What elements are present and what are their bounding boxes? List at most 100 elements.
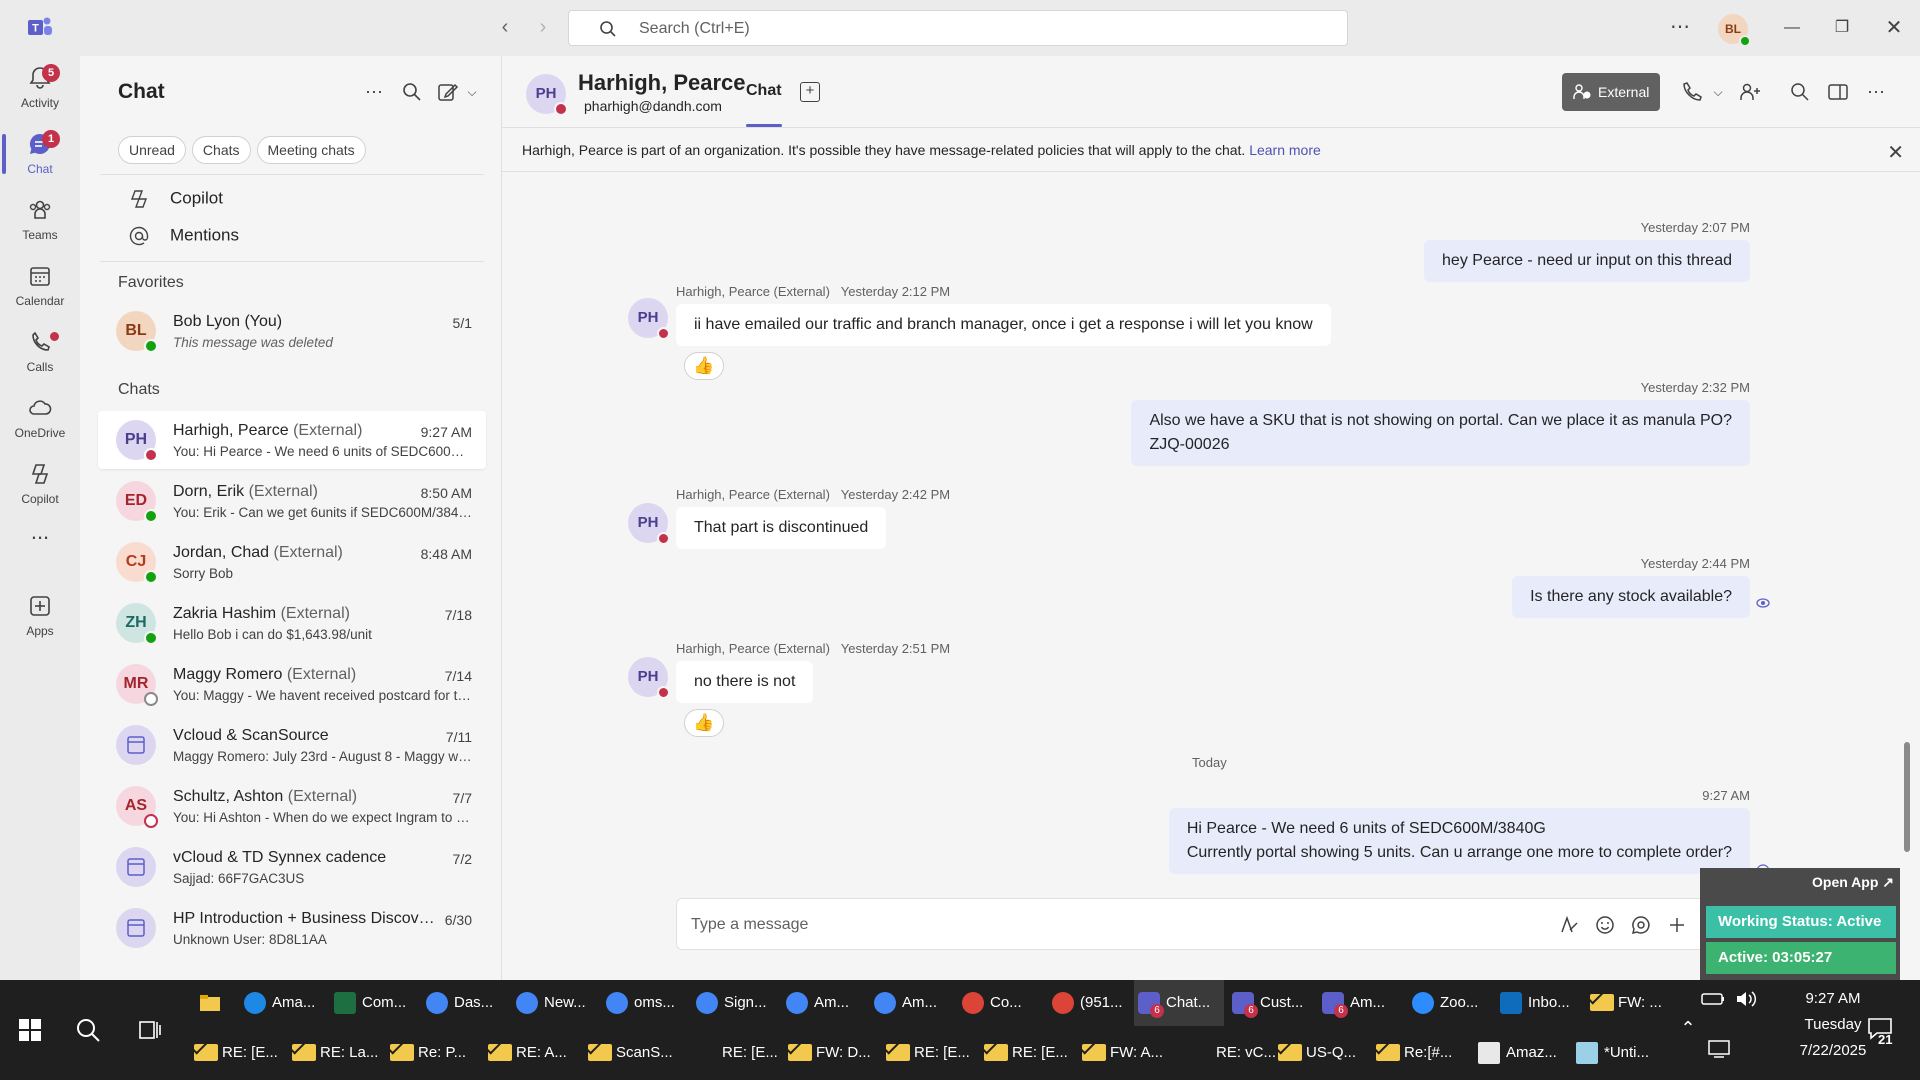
windows-start-icon[interactable] [18,1018,42,1042]
add-people-icon[interactable] [1738,80,1762,104]
new-chat-icon[interactable] [436,80,460,104]
taskbar-mail-item[interactable]: FW: A... [1078,1030,1168,1076]
chat-row[interactable]: PH Harhigh, Pearce (External) 9:27 AM Yo… [98,411,486,469]
teams-logo-icon[interactable]: T [28,16,52,38]
taskbar-app[interactable]: Am... [782,980,866,1026]
message-list[interactable]: Yesterday 2:07 PM hey Pearce - need ur i… [502,172,1920,932]
loop-icon[interactable] [1629,913,1653,937]
open-side-panel-icon[interactable] [1826,80,1850,104]
taskbar-mail-item[interactable]: RE: La... [288,1030,378,1076]
task-view-icon[interactable] [136,1016,164,1044]
sender-avatar[interactable]: PH [628,503,670,545]
taskbar-app[interactable]: New... [512,980,596,1026]
back-arrow-icon[interactable]: ‹ [492,14,518,40]
sender-avatar[interactable]: PH [628,298,670,340]
close-window-icon[interactable]: ✕ [1882,16,1906,40]
taskbar-mail-item[interactable]: RE: A... [484,1030,574,1076]
external-button[interactable]: External [1562,73,1660,111]
message-bubble-sent[interactable]: hey Pearce - need ur input on this threa… [1424,240,1750,282]
chat-row[interactable]: ZH Zakria Hashim (External) 7/18 Hello B… [98,594,486,652]
filter-search-icon[interactable] [400,80,424,104]
chats-header[interactable]: Chats [118,381,160,399]
filter-unread[interactable]: Unread [118,136,186,164]
more-options-icon[interactable]: ⋯ [1670,14,1690,39]
minimize-icon[interactable]: — [1780,16,1804,40]
chat-row[interactable]: MR Maggy Romero (External) 7/14 You: Mag… [98,655,486,713]
message-bubble-received[interactable]: That part is discontinued [676,507,887,549]
learn-more-link[interactable]: Learn more [1249,142,1321,158]
message-bubble-sent[interactable]: Is there any stock available? [1512,576,1750,618]
taskbar-app[interactable]: (951... [1048,980,1132,1026]
maximize-icon[interactable]: ❐ [1830,16,1854,40]
favorite-chat-row[interactable]: BL Bob Lyon (You) 5/1 This message was d… [98,302,486,360]
format-icon[interactable] [1557,913,1581,937]
taskbar-mail-item[interactable]: RE: [E... [190,1030,280,1076]
taskbar-app[interactable]: Amaz... [1474,1030,1564,1076]
taskbar-app[interactable]: oms... [602,980,686,1026]
taskbar-mail-item[interactable]: ScanS... [584,1030,674,1076]
rail-activity[interactable]: Activity 5 [0,58,80,122]
message-input[interactable] [691,913,1491,937]
contact-avatar[interactable]: PH [526,74,568,116]
rail-chat[interactable]: Chat 1 [0,124,80,188]
chat-row[interactable]: AS Schultz, Ashton (External) 7/7 You: H… [98,777,486,835]
message-bubble-sent[interactable]: Hi Pearce - We need 6 units of SEDC600M/… [1168,808,1750,874]
taskbar-app[interactable]: 6 Am... [1318,980,1402,1026]
rail-calls[interactable]: Calls [0,322,80,386]
message-bubble-sent[interactable]: Also we have a SKU that is not showing o… [1131,400,1750,466]
rail-apps[interactable]: Apps [0,586,80,650]
taskbar-mail-item[interactable]: US-Q... [1274,1030,1364,1076]
thumbs-up-reaction-icon[interactable]: 👍 [684,709,724,737]
call-icon[interactable] [1680,80,1704,104]
taskbar-mail-item[interactable]: RE: [E... [882,1030,972,1076]
search-box[interactable] [568,10,1348,46]
user-avatar[interactable]: BL [1718,14,1751,47]
taskbar-app-active[interactable]: 6 Chat... [1134,980,1224,1026]
taskbar-app[interactable]: Inbo... [1496,980,1580,1026]
chat-row[interactable]: HP Introduction + Business Discovery 6/3… [98,899,486,957]
rail-calendar[interactable]: Calendar [0,256,80,320]
sender-avatar[interactable]: PH [628,657,670,699]
taskbar-mail-item[interactable]: Re: P... [386,1030,476,1076]
taskbar-app[interactable]: Sign... [692,980,776,1026]
chat-row[interactable]: vCloud & TD Synnex cadence 7/2 Sajjad: 6… [98,838,486,896]
taskbar-mail-item[interactable]: RE: [E... [980,1030,1070,1076]
filter-meeting-chats[interactable]: Meeting chats [256,136,366,164]
message-bubble-received[interactable]: no there is not [676,661,814,703]
forward-arrow-icon[interactable]: › [530,14,556,40]
call-options-chevron-icon[interactable]: ⌵ [1706,80,1730,104]
network-icon[interactable] [1706,1038,1732,1060]
show-hidden-icons-icon[interactable]: ⌃ [1674,1014,1702,1042]
taskbar-app[interactable]: FW: ... [1586,980,1670,1026]
taskbar-file-explorer[interactable] [195,980,239,1026]
message-scrollbar[interactable] [1904,742,1910,852]
taskbar-app[interactable]: Zoo... [1408,980,1492,1026]
chat-row[interactable]: ED Dorn, Erik (External) 8:50 AM You: Er… [98,472,486,530]
rail-more-apps-icon[interactable]: ... [0,521,80,552]
taskbar-search-icon[interactable] [74,1016,102,1044]
message-bubble-received[interactable]: ii have emailed our traffic and branch m… [676,304,1331,346]
taskbar-app[interactable]: Co... [958,980,1042,1026]
battery-icon[interactable] [1700,988,1726,1010]
taskbar-mail-item[interactable]: Re:[#... [1372,1030,1462,1076]
open-app-button[interactable]: Open App ↗ [1812,874,1894,891]
taskbar-app[interactable]: Das... [422,980,506,1026]
quick-mentions[interactable]: Mentions [128,225,239,255]
search-in-chat-icon[interactable] [1788,80,1812,104]
thumbs-up-reaction-icon[interactable]: 👍 [684,352,724,380]
message-composer[interactable] [676,898,1756,950]
close-banner-icon[interactable]: ✕ [1887,140,1904,165]
add-attachment-icon[interactable] [1665,913,1689,937]
taskbar-app[interactable]: *Unti... [1572,1030,1662,1076]
list-more-icon[interactable]: ⋯ [362,80,386,104]
favorites-header[interactable]: Favorites [118,274,184,292]
volume-icon[interactable] [1734,988,1760,1010]
rail-copilot[interactable]: Copilot [0,454,80,518]
chevron-down-icon[interactable]: ⌵ [460,80,484,104]
taskbar-app[interactable]: 6 Cust... [1228,980,1312,1026]
rail-teams[interactable]: Teams [0,190,80,254]
emoji-icon[interactable] [1593,913,1617,937]
quick-copilot[interactable]: Copilot [128,188,223,218]
taskbar-app[interactable]: Ama... [240,980,324,1026]
taskbar-mail-item[interactable]: RE: [E... [690,1030,780,1076]
